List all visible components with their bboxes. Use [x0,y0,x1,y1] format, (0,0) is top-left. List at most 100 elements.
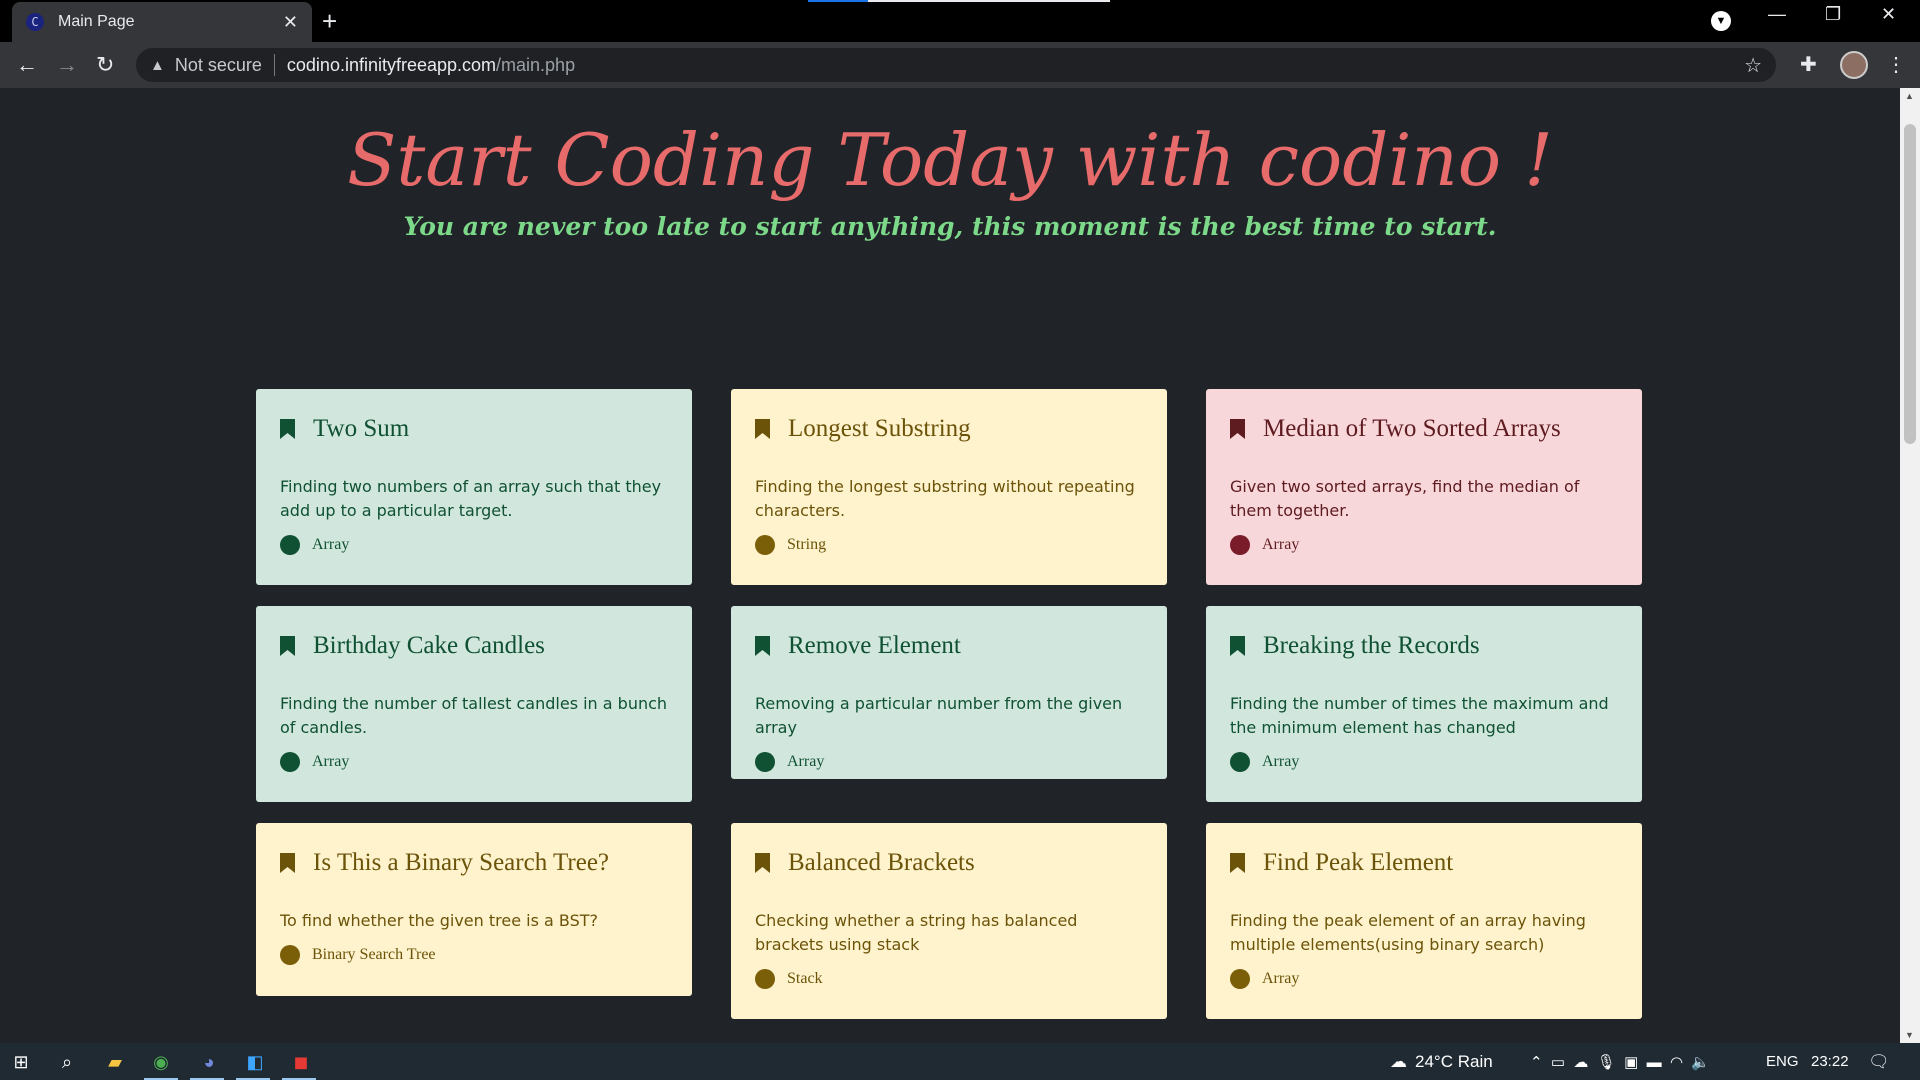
browser-tab[interactable]: C Main Page ✕ [12,2,312,42]
page-viewport: Start Coding Today with codino ! You are… [0,88,1900,1043]
chrome-icon[interactable]: ◉ [150,1051,172,1073]
new-tab-button[interactable]: + [322,6,337,37]
tag-label: String [787,536,827,553]
close-tab-icon[interactable]: ✕ [283,12,298,33]
pdf-reader-icon[interactable]: ◼ [290,1051,312,1073]
divider [273,54,275,76]
weather-widget[interactable]: ☁ 24°C Rain [1390,1043,1493,1080]
tag-label: Array [787,753,825,770]
bookmark-icon [280,636,295,656]
windows-start-icon[interactable]: ⊞ [10,1051,32,1073]
card-tag: Array [1230,752,1618,772]
browser-tab-bar: C Main Page ✕ + ▼ — ❐ ✕ [0,0,1920,42]
card-title[interactable]: Remove Element [788,632,961,660]
bookmark-star-icon[interactable]: ☆ [1744,53,1762,78]
card-description: Finding the peak element of an array hav… [1230,911,1586,954]
card-description: Given two sorted arrays, find the median… [1230,477,1580,520]
card-header: Breaking the Records [1230,632,1618,660]
card-title[interactable]: Breaking the Records [1263,632,1480,660]
menu-icon[interactable]: ⋮ [1886,52,1906,77]
card-description: Finding two numbers of an array such tha… [280,477,662,520]
tag-dot-icon [280,945,300,965]
card-header: Median of Two Sorted Arrays [1230,415,1618,443]
forward-icon[interactable]: → [56,52,78,78]
problem-card[interactable]: Find Peak Element Finding the peak elemen… [1206,823,1642,1019]
tag-dot-icon [1230,535,1250,555]
bookmark-icon [755,636,770,656]
weather-text: 24°C Rain [1415,1051,1493,1071]
card-tag: Array [1230,969,1618,989]
card-title[interactable]: Longest Substring [788,415,971,443]
problem-card[interactable]: Breaking the Records Finding the number o… [1206,606,1642,802]
extensions-icon[interactable]: ✚ [1800,52,1817,77]
tab-title: Main Page [58,13,135,30]
bookmark-icon [280,419,295,439]
scroll-up-icon[interactable]: ▲ [1905,91,1914,101]
warning-icon: ▲ [150,56,165,74]
tab-search-icon[interactable]: ▼ [1711,11,1731,31]
avatar[interactable] [1840,51,1868,79]
bookmark-icon [755,853,770,873]
tag-dot-icon [280,752,300,772]
card-description: Finding the longest substring without re… [755,477,1135,520]
tag-label: Stack [787,970,823,987]
window-close-icon[interactable]: ✕ [1881,4,1896,25]
tag-label: Array [1262,970,1300,987]
page-subtitle: You are never too late to start anything… [403,212,1497,241]
card-title[interactable]: Birthday Cake Candles [313,632,545,660]
problem-card[interactable]: Longest Substring Finding the longest sub… [731,389,1167,585]
tag-dot-icon [1230,969,1250,989]
back-icon[interactable]: ← [16,52,38,78]
tag-dot-icon [280,535,300,555]
card-tag: String [755,535,1143,555]
url-text[interactable]: codino.infinityfreeapp.com/main.php [287,55,575,76]
card-header: Remove Element [755,632,1143,660]
notifications-icon[interactable]: 🗨 [1868,1043,1890,1080]
problem-card[interactable]: Median of Two Sorted Arrays Given two sor… [1206,389,1642,585]
cloud-rain-icon: ☁ [1390,1051,1407,1071]
tag-dot-icon [755,969,775,989]
tag-dot-icon [755,752,775,772]
windows-taskbar: ⊞ ⌕ ▰ ◉ ◕ ◧ ◼ ☁ 24°C Rain ⌃ ▭ ☁ 🎙 ▣ ▬ ◠ … [0,1043,1920,1080]
language-indicator[interactable]: ENG [1766,1043,1799,1080]
site-favicon-icon: C [26,13,44,31]
minimize-icon[interactable]: — [1768,4,1786,25]
card-tag: Array [280,535,668,555]
card-title[interactable]: Balanced Brackets [788,849,975,877]
problem-card[interactable]: Remove Element Removing a particular numb… [731,606,1167,779]
card-description: Removing a particular number from the gi… [755,694,1123,737]
card-tag: Array [755,752,1143,772]
card-tag: Stack [755,969,1143,989]
browser-toolbar: ← → ↻ ▲ Not secure codino.infinityfreeap… [0,42,1920,88]
scroll-thumb[interactable] [1904,124,1916,444]
url-path: /main.php [496,54,576,75]
system-tray-icons[interactable]: ⌃ ▭ ☁ 🎙 ▣ ▬ ◠ 🔈 [1530,1043,1710,1080]
card-title[interactable]: Two Sum [313,415,409,443]
card-title[interactable]: Is This a Binary Search Tree? [313,849,609,877]
file-explorer-icon[interactable]: ▰ [104,1051,126,1073]
bookmark-icon [1230,636,1245,656]
scroll-down-icon[interactable]: ▼ [1905,1030,1914,1040]
card-title[interactable]: Median of Two Sorted Arrays [1263,415,1561,443]
card-description: Checking whether a string has balanced b… [755,911,1078,954]
problem-card[interactable]: Two Sum Finding two numbers of an array s… [256,389,692,585]
problem-card[interactable]: Balanced Brackets Checking whether a stri… [731,823,1167,1019]
clock[interactable]: 23:22 [1811,1043,1849,1080]
tag-label: Array [1262,753,1300,770]
problem-card[interactable]: Is This a Binary Search Tree? To find whe… [256,823,692,996]
scrollbar[interactable]: ▲ ▼ [1900,88,1920,1043]
card-header: Two Sum [280,415,668,443]
problem-card[interactable]: Birthday Cake Candles Finding the number … [256,606,692,802]
vscode-icon[interactable]: ◧ [244,1051,266,1073]
card-tag: Array [280,752,668,772]
card-description: Finding the number of tallest candles in… [280,694,668,737]
restore-icon[interactable]: ❐ [1825,4,1841,25]
search-icon[interactable]: ⌕ [56,1051,78,1073]
bookmark-icon [1230,419,1245,439]
discord-icon[interactable]: ◕ [198,1051,220,1073]
tag-dot-icon [1230,752,1250,772]
address-bar[interactable]: ▲ Not secure codino.infinityfreeapp.com/… [136,48,1776,82]
card-title[interactable]: Find Peak Element [1263,849,1453,877]
reload-icon[interactable]: ↻ [96,52,114,78]
card-header: Find Peak Element [1230,849,1618,877]
